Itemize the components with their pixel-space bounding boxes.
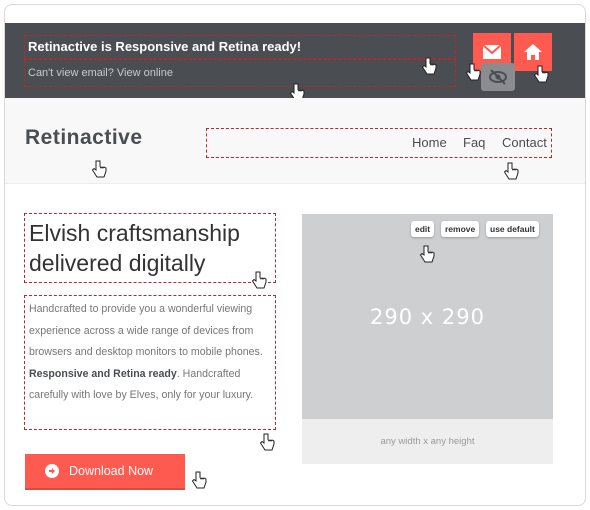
hero-body-text[interactable]: Handcrafted to provide you a wonderful v…	[24, 295, 276, 430]
hand-cursor-icon	[259, 433, 275, 451]
top-header-bar: Retinactive is Responsive and Retina rea…	[5, 23, 585, 101]
hand-cursor-icon	[421, 57, 437, 75]
body-text-bold: Responsive and Retina ready	[29, 367, 177, 380]
hand-cursor-icon	[533, 65, 549, 83]
eye-off-icon	[489, 69, 507, 85]
home-icon	[524, 44, 542, 60]
image-size-label: 290 x 290	[370, 304, 485, 329]
hero-title[interactable]: Elvish craftsmanship delivered digitally	[24, 213, 276, 283]
body-text-part1: Handcrafted to provide you a wonderful v…	[29, 303, 263, 358]
view-online-link[interactable]: Can't view email? View online	[24, 59, 456, 87]
image-caption: any width x any height	[302, 419, 553, 464]
envelope-icon	[483, 45, 501, 59]
hand-cursor-icon	[419, 245, 435, 263]
hand-cursor-icon	[91, 160, 107, 178]
image-use-default-button[interactable]: use default	[486, 221, 539, 237]
email-template-frame: Retinactive is Responsive and Retina rea…	[4, 4, 586, 506]
hand-cursor-icon	[503, 162, 519, 180]
logo-text: Retinactive	[25, 126, 143, 149]
hide-toggle-badge[interactable]	[481, 63, 515, 91]
hand-cursor-icon	[251, 271, 267, 289]
download-button-label: Download Now	[69, 464, 154, 478]
hero-title-line2: delivered digitally	[29, 250, 206, 276]
nav-link-contact[interactable]: Contact	[502, 135, 547, 150]
arrow-right-circle-icon	[45, 464, 59, 478]
nav-link-home[interactable]: Home	[412, 135, 447, 150]
image-remove-button[interactable]: remove	[441, 221, 480, 237]
headline-text[interactable]: Retinactive is Responsive and Retina rea…	[24, 35, 456, 59]
nav-link-faq[interactable]: Faq	[463, 135, 485, 150]
hand-cursor-icon	[191, 471, 207, 489]
image-edit-button[interactable]: edit	[411, 221, 435, 237]
download-button[interactable]: Download Now	[25, 454, 185, 488]
hand-cursor-icon	[465, 63, 481, 81]
nav-menu: Home Faq Contact	[206, 128, 552, 158]
hero-title-line1: Elvish craftsmanship	[29, 220, 240, 246]
logo-nav-band: Retinactive Home Faq Contact	[5, 98, 585, 184]
